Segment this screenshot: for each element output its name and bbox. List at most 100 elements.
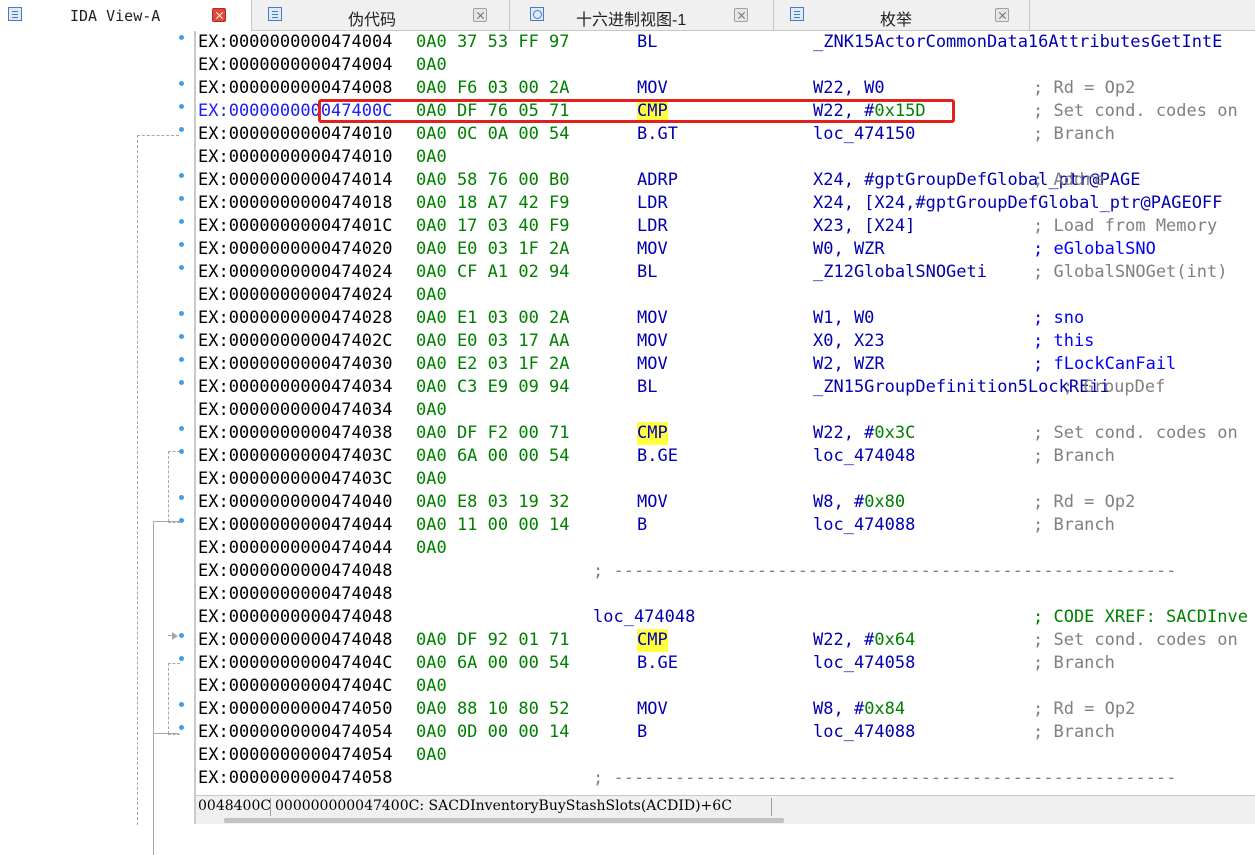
operands[interactable]: loc_474150 <box>813 123 915 146</box>
address[interactable]: EX:0000000000474044 <box>198 537 392 560</box>
mnemonic[interactable]: BL <box>637 376 657 399</box>
operands[interactable]: loc_474058 <box>813 652 915 675</box>
address[interactable]: EX:0000000000474050 <box>198 698 392 721</box>
listing-line[interactable]: EX:0000000000474028 0A0 E1 03 00 2A MOV W1,… <box>196 307 1255 330</box>
scrollbar-thumb[interactable] <box>224 818 784 823</box>
close-tab-icon[interactable] <box>473 8 487 22</box>
mnemonic[interactable]: B <box>637 514 647 537</box>
address[interactable]: EX:000000000047402C <box>198 330 392 353</box>
close-tab-icon[interactable] <box>212 8 226 22</box>
listing-line[interactable]: EX:000000000047404C 0A0 <box>196 675 1255 698</box>
mnemonic[interactable]: MOV <box>637 353 668 376</box>
address[interactable]: EX:0000000000474038 <box>198 422 392 445</box>
mnemonic[interactable]: ADRP <box>637 169 678 192</box>
operands[interactable]: X24, [X24,#gptGroupDefGlobal_ptr@PAGEOFF <box>813 192 1222 215</box>
mnemonic[interactable]: MOV <box>637 307 668 330</box>
listing-line[interactable]: EX:0000000000474040 0A0 E8 03 19 32 MOV W8,… <box>196 491 1255 514</box>
code-label[interactable]: loc_474048 <box>593 606 695 629</box>
listing-line[interactable]: EX:0000000000474054 0A0 <box>196 744 1255 767</box>
mnemonic[interactable]: BL <box>637 261 657 284</box>
listing-line[interactable]: EX:000000000047403C 0A0 <box>196 468 1255 491</box>
operands[interactable]: _ZNK15ActorCommonData16AttributesGetIntE <box>813 31 1222 54</box>
address[interactable]: EX:0000000000474034 <box>198 376 392 399</box>
listing-line[interactable]: EX:0000000000474008 0A0 F6 03 00 2A MOV W22… <box>196 77 1255 100</box>
address[interactable]: EX:0000000000474020 <box>198 238 392 261</box>
mnemonic[interactable]: CMP <box>637 422 668 445</box>
tab-ida-view-a[interactable]: IDA View-A <box>0 0 252 31</box>
listing-line[interactable]: EX:0000000000474010 0A0 0C 0A 00 54 B.GT lo… <box>196 123 1255 146</box>
operands[interactable]: W8, #0x80 <box>813 491 905 514</box>
address[interactable]: EX:0000000000474014 <box>198 169 392 192</box>
address[interactable]: EX:0000000000474008 <box>198 77 392 100</box>
address[interactable]: EX:0000000000474054 <box>198 744 392 767</box>
address[interactable]: EX:0000000000474034 <box>198 399 392 422</box>
address[interactable]: EX:000000000047404C <box>198 675 392 698</box>
mnemonic[interactable]: MOV <box>637 491 668 514</box>
listing-line[interactable]: EX:0000000000474024 0A0 CF A1 02 94 BL _Z12… <box>196 261 1255 284</box>
operands[interactable]: X23, [X24] <box>813 215 915 238</box>
operands[interactable]: W1, W0 <box>813 307 874 330</box>
horizontal-scrollbar[interactable] <box>196 817 1255 824</box>
mnemonic[interactable]: B.GE <box>637 445 678 468</box>
address[interactable]: EX:000000000047401C <box>198 215 392 238</box>
mnemonic[interactable]: MOV <box>637 238 668 261</box>
operands[interactable]: W22, #0x3C <box>813 422 915 445</box>
mnemonic[interactable]: BL <box>637 31 657 54</box>
close-tab-icon[interactable] <box>995 8 1009 22</box>
mnemonic[interactable]: LDR <box>637 215 668 238</box>
listing-line[interactable]: EX:0000000000474048 ; -------------------… <box>196 560 1255 583</box>
operands[interactable]: loc_474048 <box>813 445 915 468</box>
listing-line[interactable]: EX:0000000000474020 0A0 E0 03 1F 2A MOV W0,… <box>196 238 1255 261</box>
listing-line[interactable]: EX:0000000000474034 0A0 C3 E9 09 94 BL _ZN1… <box>196 376 1255 399</box>
mnemonic[interactable]: CMP <box>637 629 668 652</box>
listing-line[interactable]: EX:0000000000474058 ; -------------------… <box>196 767 1255 790</box>
listing-line[interactable]: EX:0000000000474050 0A0 88 10 80 52 MOV W8,… <box>196 698 1255 721</box>
address[interactable]: EX:0000000000474018 <box>198 192 392 215</box>
listing-line[interactable]: EX:0000000000474014 0A0 58 76 00 B0 ADRP X2… <box>196 169 1255 192</box>
address[interactable]: EX:0000000000474010 <box>198 123 392 146</box>
address[interactable]: EX:000000000047403C <box>198 445 392 468</box>
listing-line[interactable]: EX:0000000000474048 <box>196 583 1255 606</box>
address[interactable]: EX:0000000000474004 <box>198 54 392 77</box>
address[interactable]: EX:0000000000474030 <box>198 353 392 376</box>
mnemonic[interactable]: MOV <box>637 77 668 100</box>
tab-hex-view[interactable]: 十六进制视图-1 <box>510 0 774 30</box>
listing-line[interactable]: EX:0000000000474054 0A0 0D 00 00 14 Bloc_4… <box>196 721 1255 744</box>
address[interactable]: EX:0000000000474028 <box>198 307 392 330</box>
address[interactable]: EX:0000000000474040 <box>198 491 392 514</box>
operands[interactable]: loc_474088 <box>813 514 915 537</box>
address[interactable]: EX:000000000047404C <box>198 652 392 675</box>
address[interactable]: EX:0000000000474058 <box>198 767 392 790</box>
address[interactable]: EX:000000000047403C <box>198 468 392 491</box>
tab-pseudocode[interactable]: 伪代码 <box>252 0 510 30</box>
listing-line[interactable]: EX:0000000000474024 0A0 <box>196 284 1255 307</box>
listing-line[interactable]: EX:0000000000474004 0A0 37 53 FF 97 BL _ZNK… <box>196 31 1255 54</box>
mnemonic[interactable]: LDR <box>637 192 668 215</box>
operands[interactable]: W0, WZR <box>813 238 885 261</box>
address[interactable]: EX:0000000000474048 <box>198 583 392 606</box>
listing-line[interactable]: EX:0000000000474048 loc_474048 ; CODE XREF… <box>196 606 1255 629</box>
disassembly-listing[interactable]: EX:0000000000474004 0A0 37 53 FF 97 BL _ZNK… <box>196 31 1255 795</box>
listing-line[interactable]: EX:0000000000474004 0A0 <box>196 54 1255 77</box>
address[interactable]: EX:0000000000474010 <box>198 146 392 169</box>
mnemonic[interactable]: B <box>637 721 647 744</box>
listing-line[interactable]: EX:0000000000474010 0A0 <box>196 146 1255 169</box>
listing-line[interactable]: EX:0000000000474044 0A0 <box>196 537 1255 560</box>
address[interactable]: EX:0000000000474024 <box>198 261 392 284</box>
listing-line[interactable]: EX:0000000000474030 0A0 E2 03 1F 2A MOV W2,… <box>196 353 1255 376</box>
listing-line[interactable]: EX:0000000000474044 0A0 11 00 00 14 Bloc_4… <box>196 514 1255 537</box>
operands[interactable]: _Z12GlobalSNOGeti <box>813 261 987 284</box>
operands[interactable]: W22, #0x64 <box>813 629 915 652</box>
address[interactable]: EX:0000000000474024 <box>198 284 392 307</box>
operands[interactable]: W2, WZR <box>813 353 885 376</box>
close-tab-icon[interactable] <box>734 8 748 22</box>
listing-line[interactable]: EX:000000000047402C 0A0 E0 03 17 AA MOV X0,… <box>196 330 1255 353</box>
listing-line[interactable]: EX:0000000000474038 0A0 DF F2 00 71 CMP W22… <box>196 422 1255 445</box>
address[interactable]: EX:0000000000474048 <box>198 629 392 652</box>
address[interactable]: EX:0000000000474004 <box>198 31 392 54</box>
address[interactable]: EX:0000000000474054 <box>198 721 392 744</box>
address[interactable]: EX:0000000000474048 <box>198 560 392 583</box>
mnemonic[interactable]: B.GE <box>637 652 678 675</box>
operands[interactable]: W22, W0 <box>813 77 885 100</box>
listing-line[interactable]: EX:000000000047401C 0A0 17 03 40 F9 LDR X23… <box>196 215 1255 238</box>
